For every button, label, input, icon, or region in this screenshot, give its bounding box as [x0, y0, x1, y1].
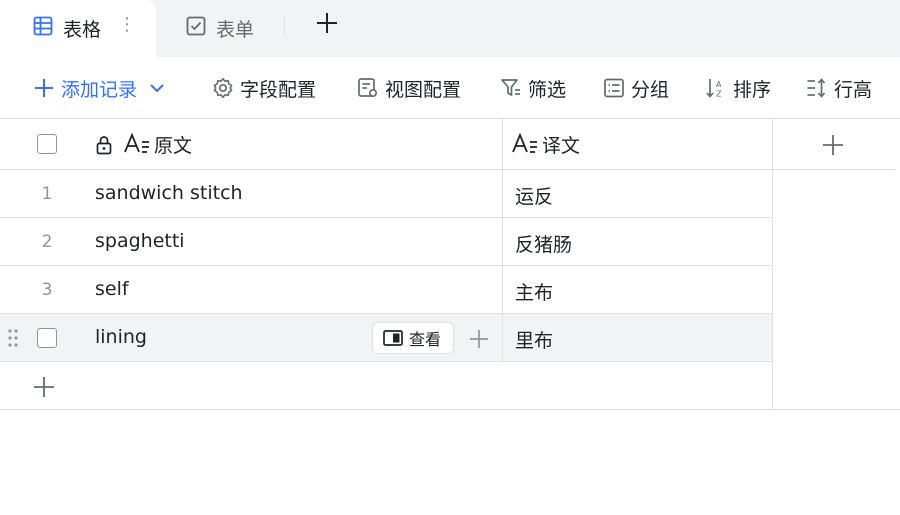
view-record-button[interactable]: 查看 [372, 322, 454, 354]
filter-button[interactable]: 筛选 [500, 74, 566, 102]
sort-icon: AZ [706, 79, 722, 99]
svg-text:Z: Z [716, 90, 722, 99]
sort-label: 排序 [733, 78, 772, 101]
tab-more-icon[interactable]: ⋮ [118, 14, 136, 35]
group-label: 分组 [631, 78, 670, 101]
tab-form[interactable]: 表单 [186, 0, 254, 57]
filter-icon [501, 79, 520, 96]
cell-original[interactable]: spaghetti [95, 230, 185, 252]
row-height-label: 行高 [834, 78, 873, 101]
toolbar: 添加记录 字段配置 视图配置 筛选 分组 AZ 排序 行高 [0, 57, 900, 118]
insert-row-button[interactable] [469, 329, 489, 353]
field-config-label: 字段配置 [240, 78, 317, 101]
cell-original[interactable]: sandwich stitch [95, 182, 243, 204]
field-config-button[interactable]: 字段配置 [212, 74, 316, 102]
add-view-button[interactable] [314, 10, 340, 36]
grid-line [0, 313, 772, 314]
cell-translation[interactable]: 反猪肠 [515, 230, 572, 257]
view-config-icon [358, 78, 378, 98]
chevron-down-icon[interactable] [149, 80, 165, 96]
grid-line [502, 118, 503, 362]
grid-line [772, 118, 773, 409]
group-button[interactable]: 分组 [603, 74, 669, 102]
column-header-translation[interactable]: 译文 [542, 131, 580, 158]
tab-table-label: 表格 [63, 19, 102, 41]
cell-original[interactable]: lining [95, 326, 147, 348]
plus-icon [823, 135, 843, 155]
tab-divider [284, 14, 285, 36]
add-record-button[interactable]: 添加记录 [33, 74, 165, 102]
select-all-checkbox[interactable] [37, 134, 57, 154]
column-header-original[interactable]: 原文 [154, 131, 192, 158]
filter-label: 筛选 [528, 78, 567, 101]
grid-line [0, 265, 772, 266]
row-height-button[interactable]: 行高 [806, 74, 872, 102]
row-number: 2 [41, 232, 53, 252]
sort-button[interactable]: AZ 排序 [705, 74, 771, 102]
group-icon [604, 78, 624, 98]
lock-icon [95, 135, 113, 159]
tab-form-label: 表单 [216, 19, 255, 41]
expand-icon [383, 330, 403, 346]
view-record-label: 查看 [409, 330, 442, 349]
gear-icon [213, 78, 233, 98]
row-number: 1 [41, 184, 53, 204]
row-checkbox[interactable] [37, 328, 57, 348]
text-field-icon [123, 132, 151, 160]
add-record-label: 添加记录 [61, 78, 138, 101]
view-config-label: 视图配置 [385, 78, 462, 101]
view-config-button[interactable]: 视图配置 [357, 74, 461, 102]
row-number: 3 [41, 280, 53, 300]
svg-text:A: A [716, 80, 722, 89]
add-row-button[interactable] [33, 376, 55, 402]
form-icon [186, 16, 206, 41]
tab-table[interactable]: 表格 ⋮ [0, 0, 156, 57]
grid-line [0, 118, 900, 119]
row-height-icon [807, 78, 826, 98]
cell-original[interactable]: self [95, 278, 129, 300]
cell-translation[interactable]: 运反 [515, 182, 553, 209]
add-column-button[interactable] [822, 134, 844, 160]
plus-icon [35, 79, 53, 97]
grid-line [0, 217, 772, 218]
text-field-icon [511, 132, 539, 160]
table-icon [33, 16, 53, 41]
cell-translation[interactable]: 里布 [515, 326, 553, 353]
plus-icon [34, 377, 54, 397]
drag-handle-icon[interactable] [7, 328, 19, 352]
grid-line [0, 409, 900, 410]
plus-icon [317, 13, 337, 33]
cell-translation[interactable]: 主布 [515, 278, 553, 305]
grid-line [0, 361, 772, 362]
view-tab-bar: 表格 ⋮ 表单 [0, 0, 900, 57]
plus-icon [470, 330, 488, 348]
grid-line [0, 169, 895, 170]
